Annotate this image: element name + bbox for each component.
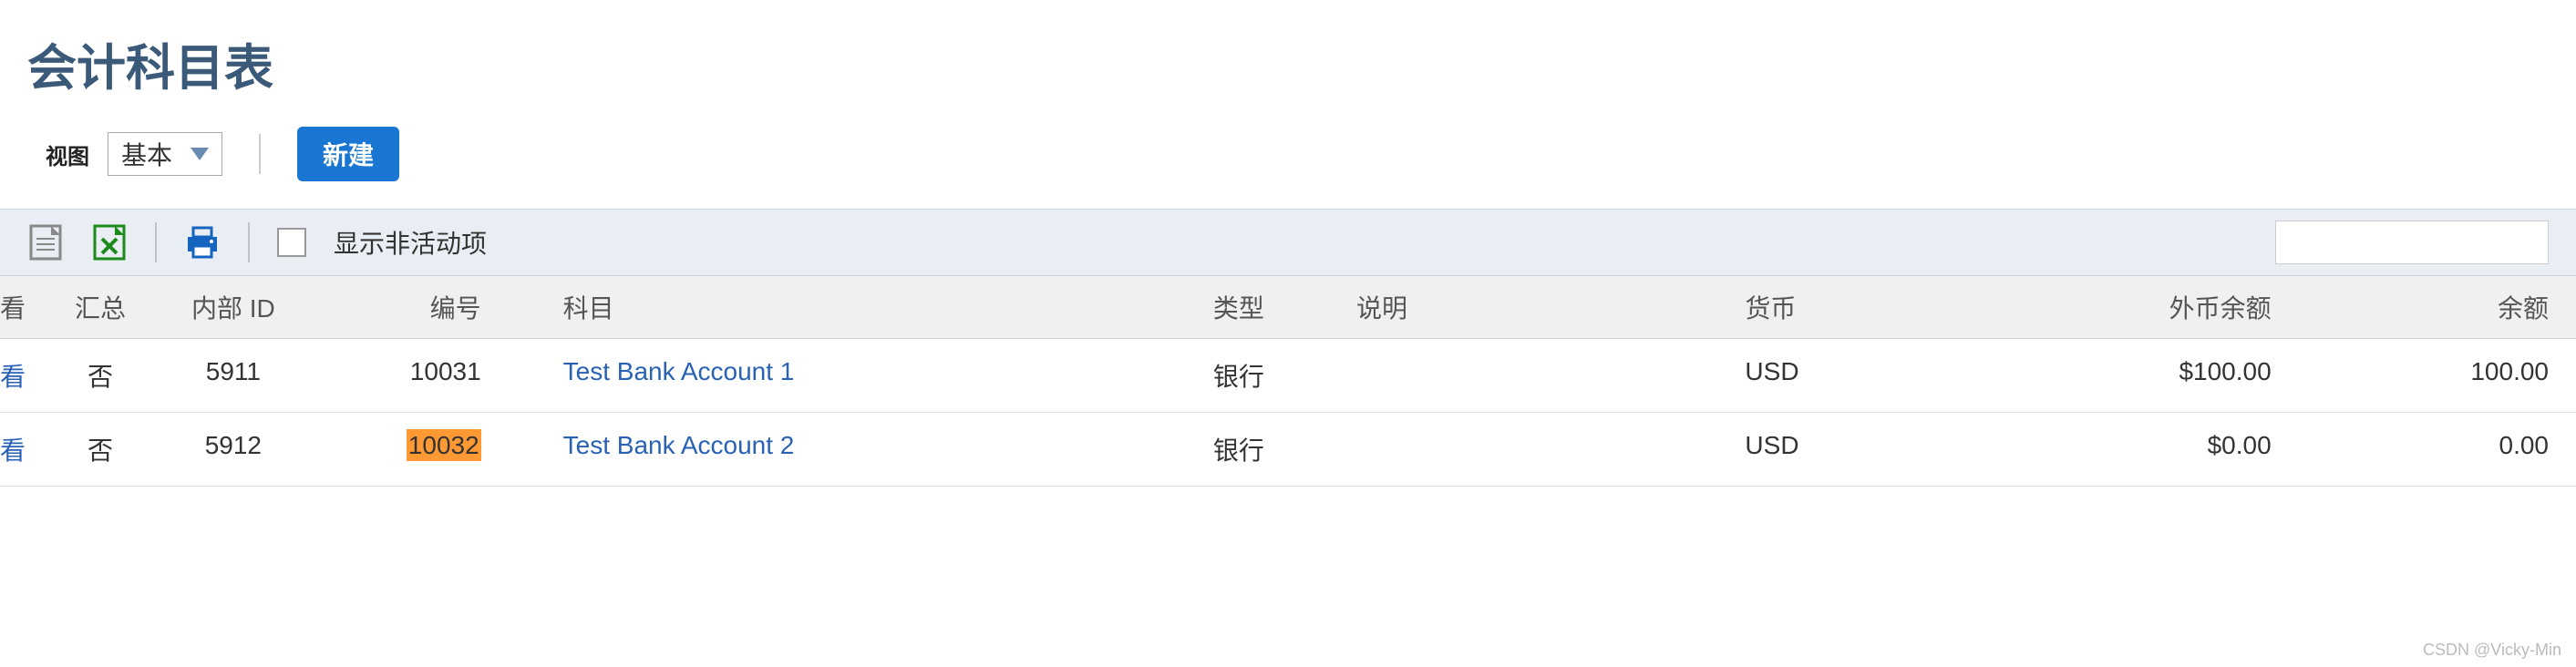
view-link[interactable]: 看 [0, 413, 49, 487]
chevron-down-icon [191, 148, 209, 160]
show-inactive-checkbox[interactable] [277, 228, 306, 257]
description-cell [1338, 339, 1726, 413]
new-button[interactable]: 新建 [297, 127, 399, 181]
type-cell: 银行 [1195, 413, 1338, 487]
table-row: 看否591110031Test Bank Account 1银行 USD$100.… [0, 339, 2576, 413]
table-header-row: 看 汇总 内部 ID 编号 科目 类型 说明 货币 外币余额 余额 [0, 276, 2576, 339]
internal-id-cell: 5912 [151, 413, 315, 487]
excel-export-icon[interactable] [91, 224, 128, 261]
toolbar: 视图 基本 新建 [0, 118, 2576, 209]
view-label: 视图 [46, 139, 89, 170]
col-header-summary[interactable]: 汇总 [49, 276, 151, 339]
action-bar: 显示非活动项 [0, 209, 2576, 276]
description-cell [1338, 413, 1726, 487]
accounts-table: 看 汇总 内部 ID 编号 科目 类型 说明 货币 外币余额 余额 看否5911… [0, 276, 2576, 487]
divider [155, 222, 157, 262]
col-header-balance[interactable]: 余额 [2290, 276, 2576, 339]
col-header-internal-id[interactable]: 内部 ID [151, 276, 315, 339]
summary-cell: 否 [49, 413, 151, 487]
col-header-view[interactable]: 看 [0, 276, 49, 339]
col-header-currency[interactable]: 货币 [1726, 276, 1952, 339]
foreign-balance-cell: $0.00 [1952, 413, 2289, 487]
subject-link[interactable]: Test Bank Account 2 [500, 413, 1195, 487]
divider [248, 222, 250, 262]
col-header-type[interactable]: 类型 [1195, 276, 1338, 339]
foreign-balance-cell: $100.00 [1952, 339, 2289, 413]
internal-id-cell: 5911 [151, 339, 315, 413]
balance-cell: 100.00 [2290, 339, 2576, 413]
col-header-foreign-balance[interactable]: 外币余额 [1952, 276, 2289, 339]
summary-cell: 否 [49, 339, 151, 413]
currency-cell: USD [1726, 413, 1952, 487]
view-link[interactable]: 看 [0, 339, 49, 413]
show-inactive-label: 显示非活动项 [334, 224, 487, 261]
document-icon[interactable] [27, 224, 64, 261]
balance-cell: 0.00 [2290, 413, 2576, 487]
page-title: 会计科目表 [0, 0, 2576, 118]
col-header-number[interactable]: 编号 [315, 276, 500, 339]
type-cell: 银行 [1195, 339, 1338, 413]
search-input[interactable] [2275, 221, 2549, 264]
view-select[interactable]: 基本 [108, 132, 222, 176]
highlighted-number: 10032 [407, 429, 481, 461]
subject-link[interactable]: Test Bank Account 1 [500, 339, 1195, 413]
table-row: 看否5912 10032 Test Bank Account 2银行 USD$0.00… [0, 413, 2576, 487]
divider [259, 134, 261, 174]
view-select-value: 基本 [121, 136, 172, 172]
col-header-subject[interactable]: 科目 [500, 276, 1195, 339]
number-cell: 10032 [315, 413, 500, 487]
number-cell: 10031 [315, 339, 500, 413]
print-icon[interactable] [184, 224, 221, 261]
col-header-description[interactable]: 说明 [1338, 276, 1726, 339]
watermark: CSDN @Vicky-Min [2423, 641, 2561, 660]
currency-cell: USD [1726, 339, 1952, 413]
